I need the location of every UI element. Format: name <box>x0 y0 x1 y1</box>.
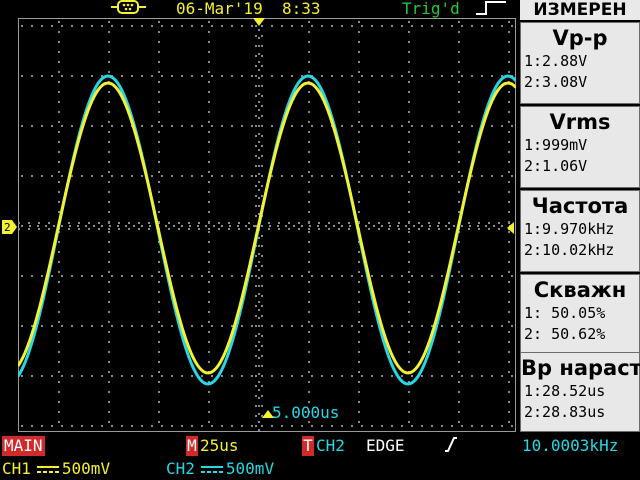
measure-label: Vrms <box>549 110 611 134</box>
graticule <box>18 18 516 431</box>
measure-value-ch1: 1:28.52us <box>524 382 606 400</box>
timebase-value[interactable]: 25us <box>200 436 239 456</box>
svg-text:2: 2 <box>4 221 11 234</box>
measure-value-ch1: 1:9.970kHz <box>524 220 615 238</box>
rising-edge-square-icon <box>476 1 506 15</box>
trigger-source[interactable]: CH2 <box>316 436 345 456</box>
measure-label: Вр нараст <box>521 356 640 380</box>
ch1-volts-div: 500mV <box>61 459 111 478</box>
measure-label: Частота <box>531 194 629 218</box>
trigger-type[interactable]: EDGE <box>366 436 405 456</box>
trigger-position-marker[interactable] <box>253 18 265 26</box>
measure-value-ch2: 2: 50.62% <box>524 325 606 343</box>
ch1-scale[interactable]: CH1 500mV <box>2 459 110 479</box>
status-bar: 06-Mar'19 8:33 Trig'd <box>0 0 520 18</box>
measure-duty-cycle[interactable]: Скважн 1: 50.05% 2: 50.62% <box>520 274 640 356</box>
channel-scale-bar: CH1 500mV CH2 500mV <box>0 459 640 479</box>
measure-value-ch2: 2:1.06V <box>524 157 588 175</box>
measure-vrms[interactable]: Vrms 1:999mV 2:1.06V <box>520 106 640 188</box>
ch2-scale[interactable]: CH2 500mV <box>166 459 274 479</box>
date-readout: 06-Mar'19 <box>176 0 263 18</box>
grid-dots <box>18 21 513 431</box>
ch2-label: CH2 <box>166 459 195 478</box>
oscilloscope-display: 06-Mar'19 8:33 Trig'd 2 5.000us ИЗМЕРЕН … <box>0 0 640 480</box>
time-readout: 8:33 <box>282 0 321 18</box>
ch2-volts-div: 500mV <box>225 459 275 478</box>
ch1-label: CH1 <box>2 459 31 478</box>
timebase-trigger-bar: MAIN M 25us T CH2 EDGE 10.0003kHz <box>0 436 640 456</box>
timebase-badge: M <box>186 436 198 456</box>
rising-slope-icon <box>445 437 457 452</box>
trigger-frequency: 10.0003kHz <box>522 436 619 455</box>
measure-value-ch1: 1:2.88V <box>524 52 588 70</box>
measure-rise-time[interactable]: Вр нараст 1:28.52us 2:28.83us <box>520 352 640 432</box>
ch2-waveform <box>18 74 516 386</box>
measure-value-ch1: 1:999mV <box>524 136 588 154</box>
timebase-readout: 5.000us <box>272 403 340 422</box>
measure-value-ch2: 2:10.02kHz <box>524 241 615 259</box>
measure-value-ch1: 1: 50.05% <box>524 304 606 322</box>
trigger-badge: T <box>302 436 314 456</box>
measure-label: Vp-p <box>552 26 608 50</box>
measure-value-ch2: 2:3.08V <box>524 73 588 91</box>
dc-coupling-icon <box>36 465 59 473</box>
main-mode-label[interactable]: MAIN <box>2 436 45 456</box>
dc-coupling-icon <box>200 465 223 473</box>
measure-value-ch2: 2:28.83us <box>524 403 606 421</box>
trigger-status: Trig'd <box>402 0 460 18</box>
measure-label: Скважн <box>533 278 627 302</box>
usb-connector-icon <box>111 0 146 14</box>
measure-frequency[interactable]: Частота 1:9.970kHz 2:10.02kHz <box>520 190 640 272</box>
ch1-ground-marker[interactable]: 2 <box>0 219 18 235</box>
measure-vpp[interactable]: Vp-p 1:2.88V 2:3.08V <box>520 22 640 104</box>
measure-menu-title: ИЗМЕРЕН <box>520 0 640 20</box>
